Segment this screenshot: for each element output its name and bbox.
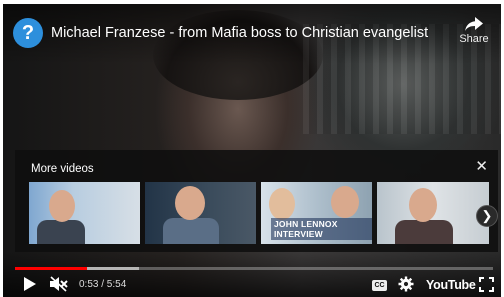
play-button[interactable] (23, 275, 37, 293)
fullscreen-icon (479, 276, 494, 292)
progress-bar[interactable] (15, 267, 493, 270)
fullscreen-button[interactable] (479, 275, 494, 293)
thumbnail-face (331, 186, 359, 218)
share-label: Share (459, 33, 489, 45)
thumbnail-person (37, 220, 85, 244)
thumbnail-face (175, 186, 205, 220)
play-icon (24, 277, 36, 291)
video-thumbnail[interactable]: JOHN LENNOX INTERVIEW (261, 182, 372, 244)
close-icon[interactable]: ✕ (475, 159, 488, 175)
thumbnail-caption: JOHN LENNOX INTERVIEW (271, 218, 372, 240)
settings-button[interactable] (398, 275, 414, 293)
video-thumbnail[interactable] (377, 182, 489, 244)
share-button[interactable]: Share (457, 17, 491, 45)
more-videos-title: More videos (31, 163, 94, 175)
share-arrow-icon (465, 17, 483, 31)
help-avatar-icon[interactable]: ? (13, 18, 43, 48)
progress-played (15, 267, 87, 270)
captions-icon[interactable]: CC (372, 280, 387, 291)
thumbnail-face (269, 188, 295, 220)
mute-button[interactable] (49, 275, 69, 293)
thumbnail-person (163, 218, 219, 244)
youtube-logo[interactable]: YouTube (426, 278, 476, 292)
thumbnail-strip: JOHN LENNOX INTERVIEW (29, 182, 489, 244)
thumbnail-person (395, 220, 453, 244)
more-videos-panel: More videos ✕ JOHN LENNOX INTERVIEW ❯ (15, 150, 498, 252)
mute-icon (50, 276, 68, 292)
time-display: 0:53 / 5:54 (79, 279, 127, 290)
gear-icon (398, 276, 414, 292)
video-thumbnail[interactable] (145, 182, 256, 244)
video-thumbnail[interactable] (29, 182, 140, 244)
thumbnail-face (49, 190, 75, 222)
video-player[interactable]: ? Michael Franzese - from Mafia boss to … (3, 4, 501, 297)
thumbnail-face (409, 188, 437, 222)
chevron-right-icon[interactable]: ❯ (476, 205, 498, 227)
video-title[interactable]: Michael Franzese - from Mafia boss to Ch… (51, 25, 428, 41)
